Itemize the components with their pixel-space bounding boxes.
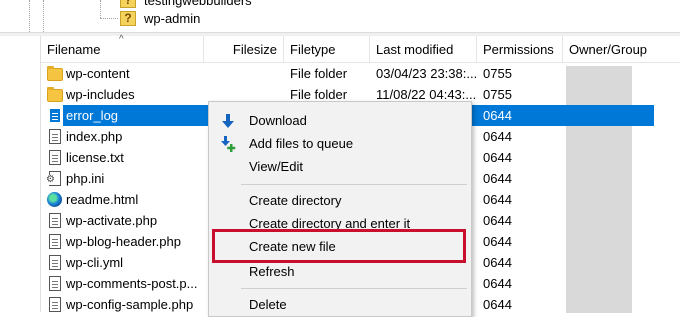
tree-guide-line (100, 18, 118, 19)
file-permissions: 0644 (483, 234, 512, 249)
column-last-modified[interactable]: Last modified (370, 36, 477, 62)
folder-icon (47, 87, 63, 102)
tree-guide-line (100, 0, 102, 18)
document-icon (49, 129, 61, 144)
annotation-highlight-box (212, 229, 466, 263)
tree-item-label: testingwebbuilders (144, 0, 252, 8)
file-name: wp-activate.php (66, 213, 158, 228)
column-label: Filename (47, 41, 101, 57)
column-filetype[interactable]: Filetype (284, 36, 370, 62)
menu-separator (241, 288, 467, 289)
file-name: wp-config-sample.php (66, 297, 194, 312)
add-to-queue-icon (221, 136, 236, 152)
menu-item-refresh[interactable]: Refresh (209, 260, 471, 283)
folder-icon (47, 66, 63, 81)
menu-item-view-edit[interactable]: View/Edit (209, 155, 471, 178)
left-margin (0, 36, 41, 312)
file-permissions: 0644 (483, 192, 512, 207)
column-label: Filesize (232, 41, 277, 57)
menu-item-create-directory[interactable]: Create directory (209, 189, 471, 212)
directory-tree: ? testingwebbuilders ? wp-admin (0, 0, 680, 32)
file-modified: 03/04/23 23:38:... (376, 66, 478, 81)
document-icon (49, 213, 61, 228)
column-owner-group[interactable]: Owner/Group (563, 36, 680, 62)
document-icon (49, 276, 61, 291)
file-permissions: 0644 (483, 150, 512, 165)
menu-separator (241, 184, 467, 185)
column-label: Last modified (376, 41, 454, 57)
download-arrow-icon (222, 114, 234, 128)
file-permissions: 0644 (483, 213, 512, 228)
file-permissions: 0644 (483, 108, 512, 123)
file-type: File folder (290, 66, 348, 81)
file-name: index.php (66, 129, 123, 144)
menu-item-add-to-queue[interactable]: Add files to queue (209, 132, 471, 155)
column-filename[interactable]: ^ Filename (41, 34, 204, 62)
menu-item-label: Refresh (249, 264, 295, 279)
unknown-folder-icon: ? (120, 0, 136, 8)
tree-guide-line (29, 0, 31, 32)
column-permissions[interactable]: Permissions (477, 36, 563, 62)
tree-item-wp-admin[interactable]: ? wp-admin (120, 9, 680, 27)
unknown-folder-icon: ? (120, 10, 136, 26)
menu-item-label: Create directory (249, 193, 342, 208)
file-permissions: 0755 (483, 87, 512, 102)
menu-item-label: Add files to queue (249, 136, 354, 151)
file-name: php.ini (66, 171, 105, 186)
file-permissions: 0755 (483, 66, 512, 81)
menu-item-label: View/Edit (249, 159, 303, 174)
document-icon (49, 297, 61, 312)
file-name: wp-blog-header.php (66, 234, 181, 249)
sort-ascending-icon: ^ (119, 34, 124, 45)
column-label: Permissions (483, 41, 554, 57)
tree-item-label: wp-admin (144, 10, 201, 26)
column-label: Filetype (290, 41, 336, 57)
document-icon (49, 234, 61, 249)
document-icon (49, 108, 61, 123)
file-name: license.txt (66, 150, 124, 165)
file-name: wp-content (66, 66, 130, 81)
settings-file-icon (47, 171, 61, 186)
file-name: readme.html (66, 192, 139, 207)
menu-item-delete[interactable]: Delete (209, 293, 471, 316)
document-icon (49, 255, 61, 270)
edge-browser-icon (47, 192, 62, 207)
file-name: error_log (66, 108, 119, 123)
menu-item-label: Download (249, 113, 307, 128)
menu-item-label: Delete (249, 297, 287, 312)
file-permissions: 0644 (483, 276, 512, 291)
file-name: wp-includes (66, 87, 135, 102)
file-list-header: ^ Filename Filesize Filetype Last modifi… (41, 34, 680, 63)
column-filesize[interactable]: Filesize (204, 36, 284, 62)
document-icon (49, 150, 61, 165)
file-permissions: 0644 (483, 171, 512, 186)
file-row[interactable]: wp-content File folder 03/04/23 23:38:..… (41, 63, 680, 84)
column-label: Owner/Group (569, 41, 648, 57)
file-name: wp-cli.yml (66, 255, 124, 270)
menu-item-download[interactable]: Download (209, 109, 471, 132)
file-permissions: 0644 (483, 255, 512, 270)
tree-item-testingwebbuilders[interactable]: ? testingwebbuilders (120, 0, 680, 9)
tree-guide-line (43, 0, 45, 32)
file-name: wp-comments-post.p... (66, 276, 198, 291)
file-permissions: 0644 (483, 129, 512, 144)
context-menu: Download Add files to queue View/Edit Cr… (208, 101, 472, 317)
